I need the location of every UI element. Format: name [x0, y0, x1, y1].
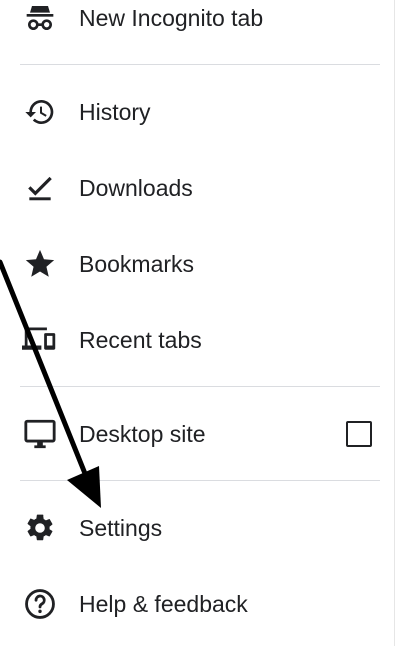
- menu-item-downloads[interactable]: Downloads: [0, 156, 395, 220]
- menu-item-desktop-site[interactable]: Desktop site: [0, 402, 395, 466]
- menu-item-label: Settings: [79, 515, 163, 541]
- menu-item-label: Desktop site: [79, 421, 206, 447]
- menu-item-settings[interactable]: Settings: [0, 496, 395, 560]
- overflow-menu: New Incognito tab History Downloads Book…: [0, 0, 407, 646]
- help-icon: [22, 586, 58, 622]
- desktop-site-checkbox[interactable]: [346, 421, 372, 447]
- divider: [20, 386, 380, 387]
- download-done-icon: [22, 170, 58, 206]
- menu-item-label: New Incognito tab: [79, 5, 264, 31]
- menu-item-history[interactable]: History: [0, 80, 395, 144]
- menu-item-new-incognito-tab[interactable]: New Incognito tab: [0, 0, 395, 50]
- star-icon: [22, 246, 58, 282]
- incognito-icon: [22, 0, 58, 36]
- menu-item-label: Recent tabs: [79, 327, 202, 353]
- menu-item-bookmarks[interactable]: Bookmarks: [0, 232, 395, 296]
- menu-item-label: Downloads: [79, 175, 193, 201]
- menu-item-recent-tabs[interactable]: Recent tabs: [0, 308, 395, 372]
- menu-item-label: History: [79, 99, 151, 125]
- menu-edge: [394, 0, 395, 646]
- history-icon: [22, 94, 58, 130]
- desktop-icon: [22, 416, 58, 452]
- menu-item-help-feedback[interactable]: Help & feedback: [0, 572, 395, 636]
- devices-icon: [22, 322, 58, 358]
- divider: [20, 64, 380, 65]
- menu-item-label: Bookmarks: [79, 251, 195, 277]
- menu-item-label: Help & feedback: [79, 591, 248, 617]
- gear-icon: [22, 510, 58, 546]
- divider: [20, 480, 380, 481]
